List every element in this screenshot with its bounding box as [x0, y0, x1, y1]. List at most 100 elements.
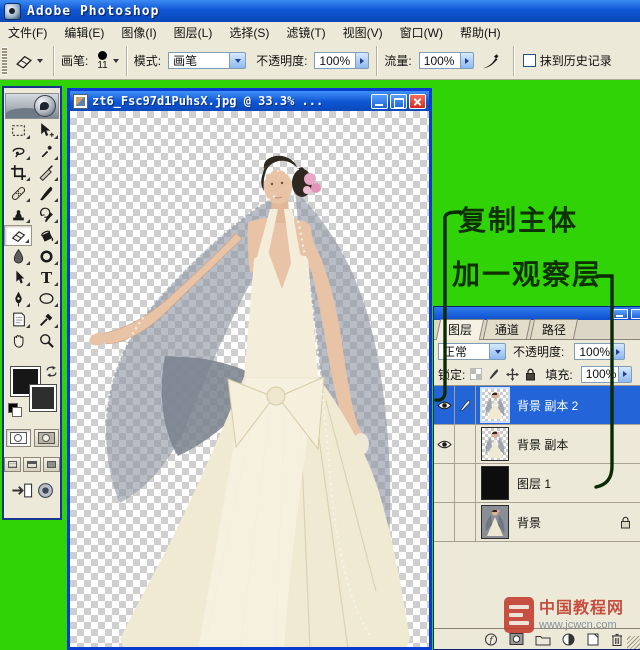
imageready-logo-icon[interactable]	[37, 482, 54, 499]
layer-name[interactable]: 背景 副本	[517, 436, 640, 453]
layer-row-bg-copy-2[interactable]: 背景 副本 2	[434, 386, 640, 425]
menu-select[interactable]: 选择(S)	[221, 22, 278, 43]
layer-name[interactable]: 背景 副本 2	[517, 397, 640, 414]
layer-style-button[interactable]: f	[484, 632, 499, 647]
adjustment-layer-button[interactable]	[561, 632, 576, 647]
notes-tool[interactable]	[4, 309, 32, 330]
lock-position-icon[interactable]	[505, 367, 519, 381]
blur-tool[interactable]	[4, 246, 32, 267]
menu-view[interactable]: 视图(V)	[335, 22, 392, 43]
swap-colors-icon[interactable]	[45, 365, 58, 378]
panel-minimize-button[interactable]	[613, 309, 628, 319]
visibility-toggle[interactable]	[434, 386, 455, 424]
app-titlebar[interactable]: Adobe Photoshop	[0, 0, 640, 22]
flow-input[interactable]: 100%	[419, 52, 474, 69]
eyedropper-tool[interactable]	[32, 309, 60, 330]
mode-select-arrow[interactable]	[230, 52, 246, 69]
erase-to-history-option[interactable]: 抹到历史记录	[521, 52, 612, 69]
minimize-button[interactable]	[371, 94, 388, 109]
layer-name[interactable]: 图层 1	[517, 475, 640, 492]
shape-tool[interactable]	[32, 288, 60, 309]
document-titlebar[interactable]: zt6_Fsc97d1PuhsX.jpg @ 33.3% ...	[70, 91, 429, 111]
blend-mode-arrow[interactable]	[490, 343, 506, 360]
blend-mode-select[interactable]: 正常	[438, 343, 506, 360]
menu-file[interactable]: 文件(F)	[0, 22, 56, 43]
menu-window[interactable]: 窗口(W)	[392, 22, 452, 43]
brush-tool[interactable]	[32, 183, 60, 204]
erase-to-history-checkbox[interactable]	[523, 54, 536, 67]
visibility-toggle[interactable]	[434, 464, 455, 502]
layer-opacity-arrow[interactable]	[612, 343, 625, 360]
visibility-toggle[interactable]	[434, 503, 455, 541]
menu-help[interactable]: 帮助(H)	[452, 22, 510, 43]
document-canvas[interactable]	[70, 111, 429, 647]
move-tool[interactable]	[32, 120, 60, 141]
layer-thumbnail[interactable]	[481, 466, 509, 500]
menu-filter[interactable]: 滤镜(T)	[278, 22, 334, 43]
path-selection-tool[interactable]	[4, 267, 32, 288]
healing-brush-tool[interactable]	[4, 183, 32, 204]
quick-mask-mode-button[interactable]	[34, 429, 59, 447]
layer-name[interactable]: 背景	[517, 514, 620, 531]
opacity-slider-arrow[interactable]	[356, 52, 369, 69]
layer-row-layer-1[interactable]: 图层 1	[434, 464, 640, 503]
link-cell[interactable]	[455, 503, 476, 541]
opacity-input[interactable]: 100%	[314, 52, 369, 69]
fill-arrow[interactable]	[619, 366, 632, 383]
options-bar-grip[interactable]	[2, 47, 7, 75]
magic-wand-tool[interactable]	[32, 141, 60, 162]
tool-preset-picker[interactable]	[11, 50, 46, 72]
lock-all-icon[interactable]	[523, 367, 537, 381]
airbrush-icon[interactable]	[480, 52, 500, 70]
lock-paint-icon[interactable]	[487, 367, 501, 381]
link-cell[interactable]	[455, 464, 476, 502]
hand-tool[interactable]	[4, 330, 32, 351]
add-layer-mask-button[interactable]	[509, 632, 525, 646]
link-cell[interactable]	[455, 425, 476, 463]
menu-layer[interactable]: 图层(L)	[166, 22, 222, 43]
lock-transparency-icon[interactable]	[469, 367, 483, 381]
tab-channels[interactable]: 通道	[483, 319, 531, 339]
slice-tool[interactable]	[32, 162, 60, 183]
layer-opacity-input[interactable]: 100%	[574, 343, 625, 360]
tab-paths[interactable]: 路径	[530, 319, 578, 339]
type-tool[interactable]: T	[32, 267, 60, 288]
marquee-tool[interactable]	[4, 120, 32, 141]
dodge-tool[interactable]	[32, 246, 60, 267]
clone-stamp-tool[interactable]	[4, 204, 32, 225]
mode-select[interactable]: 画笔	[168, 52, 246, 69]
crop-tool[interactable]	[4, 162, 32, 183]
active-paint-indicator[interactable]	[455, 386, 476, 424]
fullscreen-with-menubar-button[interactable]	[23, 457, 40, 472]
tab-layers[interactable]: 图层	[436, 319, 484, 340]
layer-row-background[interactable]: 背景	[434, 503, 640, 542]
standard-mode-button[interactable]	[6, 429, 31, 447]
visibility-toggle[interactable]	[434, 425, 455, 463]
default-colors-icon[interactable]	[8, 403, 22, 417]
paint-bucket-tool[interactable]	[32, 225, 60, 246]
panel-resize-grip[interactable]	[627, 636, 640, 649]
brush-dropdown-arrow[interactable]	[113, 59, 119, 63]
flow-slider-arrow[interactable]	[461, 52, 474, 69]
menu-image[interactable]: 图像(I)	[113, 22, 165, 43]
panel-close-button[interactable]	[631, 309, 640, 319]
zoom-tool[interactable]	[32, 330, 60, 351]
new-layer-button[interactable]	[586, 632, 600, 647]
layer-thumbnail[interactable]	[481, 505, 509, 539]
background-color-swatch[interactable]	[30, 385, 56, 411]
brush-preset-picker[interactable]: 11	[97, 51, 107, 71]
history-brush-tool[interactable]	[32, 204, 60, 225]
layer-thumbnail[interactable]	[481, 427, 509, 461]
delete-layer-button[interactable]	[610, 632, 624, 647]
standard-screen-mode-button[interactable]	[4, 457, 21, 472]
fullscreen-mode-button[interactable]	[43, 457, 60, 472]
pen-tool[interactable]	[4, 288, 32, 309]
jump-arrow-icon[interactable]	[11, 482, 33, 499]
eraser-tool[interactable]	[4, 225, 32, 246]
new-layer-set-button[interactable]	[535, 633, 551, 646]
layer-row-bg-copy[interactable]: 背景 副本	[434, 425, 640, 464]
layer-thumbnail[interactable]	[480, 387, 510, 423]
menu-edit[interactable]: 编辑(E)	[56, 22, 113, 43]
fill-input[interactable]: 100%	[581, 366, 632, 383]
close-button[interactable]	[409, 94, 426, 109]
